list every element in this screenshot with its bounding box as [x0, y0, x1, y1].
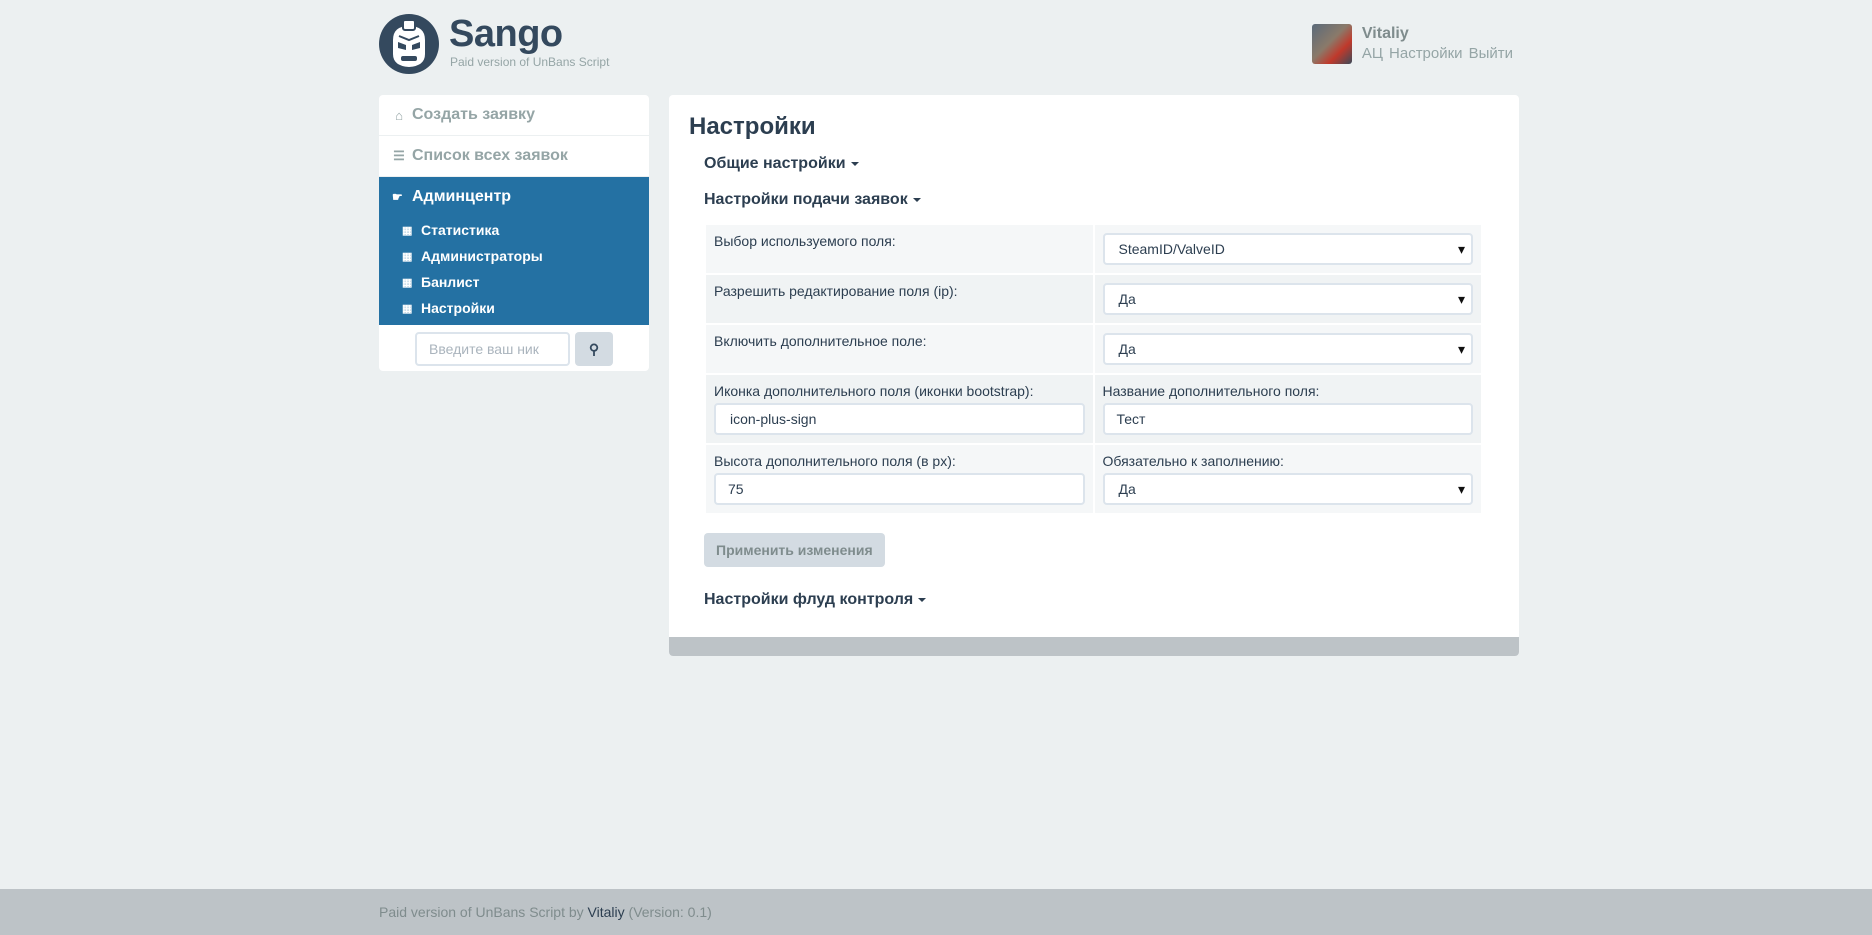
extra-name-input[interactable]: Тест: [1102, 403, 1473, 435]
user-links: АЦ Настройки Выйти: [1362, 44, 1519, 64]
search-button[interactable]: ⚲: [575, 332, 613, 366]
sidebar-item-label: Создать заявку: [412, 106, 535, 123]
request-settings-form: Выбор используемого поля: SteamID/ValveI…: [704, 223, 1483, 515]
sidebar-subitem-label: Настройки: [421, 300, 495, 316]
logo-mask-icon: [379, 14, 439, 74]
extra-field-select[interactable]: Да: [1102, 333, 1473, 365]
section-label: Настройки подачи заявок: [704, 191, 908, 208]
required-label: Обязательно к заполнению:: [1102, 453, 1284, 469]
user-link-settings[interactable]: Настройки: [1389, 45, 1463, 62]
caret-down-icon: [918, 597, 927, 602]
section-label: Настройки флуд контроля: [704, 591, 914, 608]
settings-panel: Настройки Общие настройки Настройки пода…: [669, 95, 1519, 656]
sidebar-item-request-list[interactable]: ☰ Список всех заявок: [379, 136, 649, 177]
section-label: Общие настройки: [704, 155, 846, 172]
caret-down-icon: [912, 197, 921, 202]
sidebar-subitem-banlist[interactable]: ▦ Банлист: [379, 269, 649, 295]
user-block: Vitaliy АЦ Настройки Выйти: [1311, 24, 1519, 66]
sidebar: ⌂ Создать заявку ☰ Список всех заявок ☛ …: [379, 95, 649, 371]
field-choice-label: Выбор используемого поля:: [714, 233, 896, 249]
brand-name[interactable]: Sango: [449, 14, 563, 54]
sidebar-subitem-administrators[interactable]: ▦ Администраторы: [379, 243, 649, 269]
footer-version: (Version: 0.1): [628, 904, 712, 920]
panel-footer-bar: [669, 637, 1519, 656]
hand-icon: ☛: [392, 190, 403, 204]
extra-height-label: Высота дополнительного поля (в px):: [714, 453, 956, 469]
user-link-admin[interactable]: АЦ: [1362, 45, 1383, 62]
footer-text: Paid version of UnBans Script by Vitaliy…: [379, 904, 712, 920]
footer-prefix: Paid version of UnBans Script by: [379, 904, 584, 920]
avatar[interactable]: [1311, 24, 1352, 64]
sidebar-subitem-label: Администраторы: [421, 248, 543, 264]
page-footer: Paid version of UnBans Script by Vitaliy…: [0, 889, 1872, 935]
calendar-icon: ▦: [402, 250, 413, 263]
calendar-icon: ▦: [402, 224, 413, 237]
caret-down-icon: [850, 161, 859, 166]
list-icon: ☰: [393, 148, 405, 163]
section-general-toggle[interactable]: Общие настройки: [689, 155, 1499, 173]
user-name[interactable]: Vitaliy: [1362, 24, 1519, 44]
brand-subtitle: Paid version of UnBans Script: [450, 55, 610, 69]
sidebar-item-label: Админцентр: [412, 188, 512, 205]
apply-changes-button[interactable]: Применить изменения: [704, 533, 885, 567]
sidebar-subitem-settings[interactable]: ▦ Настройки: [379, 295, 649, 321]
sidebar-group-admin: ☛ Админцентр ▦ Статистика ▦ Администрато…: [379, 177, 649, 325]
calendar-icon: ▦: [402, 302, 413, 315]
page-title: Настройки: [689, 113, 816, 140]
search-icon: ⚲: [588, 340, 600, 357]
required-select[interactable]: Да: [1102, 473, 1473, 505]
section-flood-toggle[interactable]: Настройки флуд контроля: [689, 591, 1499, 609]
sidebar-item-label: Список всех заявок: [412, 147, 568, 164]
home-icon: ⌂: [395, 107, 403, 123]
extra-field-label: Включить дополнительное поле:: [714, 333, 927, 349]
section-requests-toggle[interactable]: Настройки подачи заявок: [689, 191, 1499, 209]
sidebar-subitem-label: Банлист: [421, 274, 480, 290]
search-bar: ⚲: [379, 325, 649, 371]
allow-edit-label: Разрешить редактирование поля (ip):: [714, 283, 958, 299]
calendar-icon: ▦: [402, 276, 413, 289]
field-choice-select[interactable]: SteamID/ValveID: [1102, 233, 1473, 265]
sidebar-subitem-statistics[interactable]: ▦ Статистика: [379, 217, 649, 243]
sidebar-subitem-label: Статистика: [421, 222, 500, 238]
allow-edit-select[interactable]: Да: [1102, 283, 1473, 315]
extra-icon-label: Иконка дополнительного поля (иконки boot…: [714, 383, 1034, 399]
sidebar-item-admincenter[interactable]: ☛ Админцентр: [379, 177, 649, 217]
footer-author-link[interactable]: Vitaliy: [588, 904, 625, 920]
extra-height-input[interactable]: 75: [714, 473, 1085, 505]
extra-name-label: Название дополнительного поля:: [1102, 383, 1320, 399]
sidebar-item-create-request[interactable]: ⌂ Создать заявку: [379, 95, 649, 136]
search-input[interactable]: [415, 332, 570, 366]
extra-icon-input[interactable]: icon-plus-sign: [714, 403, 1085, 435]
user-link-logout[interactable]: Выйти: [1469, 45, 1513, 62]
